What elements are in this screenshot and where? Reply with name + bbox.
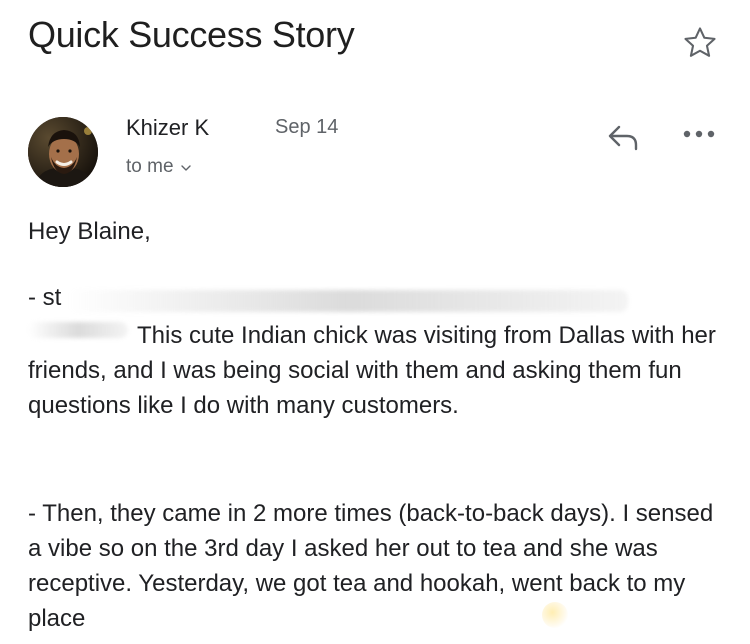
- email-paragraph: This cute Indian chick was visiting from…: [28, 322, 716, 419]
- email-subject: Quick Success Story: [28, 14, 355, 55]
- email-date: Sep 14: [275, 116, 339, 138]
- email-paragraph: - Then, they came in 2 more times (back-…: [28, 500, 714, 632]
- recipient-toggle[interactable]: to me: [126, 156, 192, 178]
- star-icon[interactable]: [681, 24, 719, 62]
- truncation-fade: [542, 602, 568, 628]
- blurred-lead-text: - st: [28, 284, 62, 311]
- avatar[interactable]: [28, 117, 98, 187]
- reply-icon[interactable]: [605, 121, 641, 153]
- chevron-down-icon: [180, 165, 191, 171]
- recipient-label: to me: [126, 156, 174, 177]
- email-greeting: Hey Blaine,: [28, 218, 151, 245]
- more-options-icon[interactable]: [682, 127, 716, 141]
- avatar-photo: [28, 117, 98, 187]
- redaction-blur: [68, 290, 628, 312]
- sender-name[interactable]: Khizer K: [126, 115, 209, 141]
